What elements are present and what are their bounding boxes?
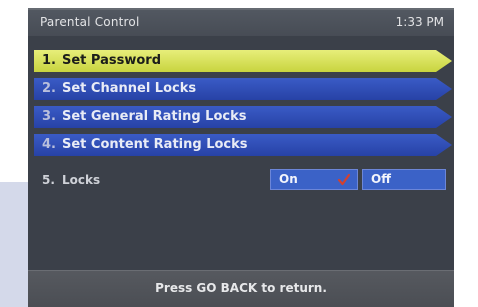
menu-item-set-channel-locks[interactable]: 2. Set Channel Locks xyxy=(34,78,452,100)
locks-off-label: Off xyxy=(371,172,391,186)
menu-item-number: 2. xyxy=(42,81,56,96)
menu-item-set-content-rating-locks[interactable]: 4. Set Content Rating Locks xyxy=(34,134,452,156)
menu-item-number: 3. xyxy=(42,109,56,124)
menu-item-set-general-rating-locks[interactable]: 3. Set General Rating Locks xyxy=(34,106,452,128)
footer-hint: Press GO BACK to return. xyxy=(155,281,327,295)
check-icon xyxy=(337,173,351,186)
parental-control-screen: Parental Control 1:33 PM 1. Set Password xyxy=(28,8,454,307)
menu-item-set-password[interactable]: 1. Set Password xyxy=(34,50,452,72)
footer-bar: Press GO BACK to return. xyxy=(28,270,454,307)
locks-number: 5. xyxy=(42,173,55,187)
menu-item-number: 1. xyxy=(42,53,56,68)
locks-row: 5. Locks On Off xyxy=(34,169,452,191)
locks-on-label: On xyxy=(279,172,298,186)
menu-item-label: Set Password xyxy=(62,53,162,68)
menu-item-label: Set Channel Locks xyxy=(62,81,197,96)
locks-off-option[interactable]: Off xyxy=(362,169,446,190)
header-bar: Parental Control 1:33 PM xyxy=(28,10,454,36)
page-title: Parental Control xyxy=(40,15,140,29)
menu-item-number: 4. xyxy=(42,137,56,152)
menu-item-label: Set General Rating Locks xyxy=(62,109,247,124)
locks-label: Locks xyxy=(62,173,101,187)
menu-item-label: Set Content Rating Locks xyxy=(62,137,248,152)
stage: Parental Control 1:33 PM 1. Set Password xyxy=(0,0,478,307)
clock: 1:33 PM xyxy=(395,15,444,29)
locks-on-option[interactable]: On xyxy=(270,169,358,190)
